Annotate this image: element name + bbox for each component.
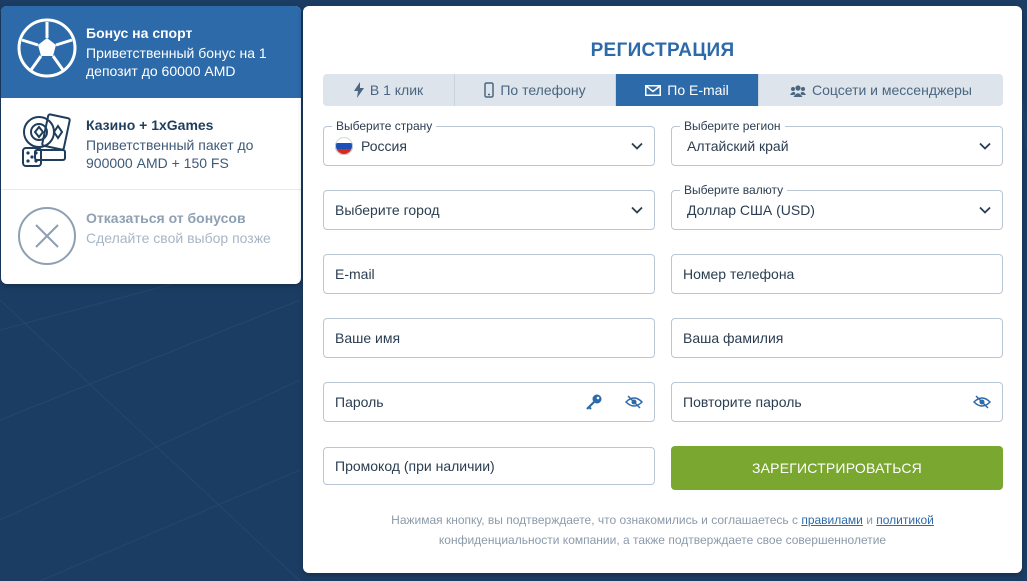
key-icon[interactable] xyxy=(585,393,603,411)
terms-notice: Нажимая кнопку, вы подтверждаете, что оз… xyxy=(303,510,1022,550)
phone-placeholder: Номер телефона xyxy=(683,266,795,282)
tab-one-click[interactable]: В 1 клик xyxy=(323,74,455,106)
people-icon xyxy=(789,84,806,97)
first-name-field[interactable]: Ваше имя xyxy=(323,318,655,358)
tab-label: По телефону xyxy=(500,82,586,98)
country-value: Россия xyxy=(361,138,407,154)
russia-flag-icon xyxy=(335,137,353,155)
promo-placeholder: Промокод (при наличии) xyxy=(335,458,495,474)
bonus-description: Сделайте свой выбор позже xyxy=(86,230,271,246)
envelope-icon xyxy=(645,84,662,96)
field-label: Выберите страну xyxy=(332,120,437,133)
field-label: Выберите регион xyxy=(680,120,785,133)
city-placeholder: Выберите город xyxy=(335,202,440,218)
email-field[interactable]: E-mail xyxy=(323,254,655,294)
casino-chips-cards-icon xyxy=(22,113,71,167)
terms-text: и xyxy=(862,513,877,527)
tab-label: В 1 клик xyxy=(369,82,424,98)
bonus-panel: Бонус на спорт Приветственный бонус на 1… xyxy=(1,6,301,284)
bonus-desc-line: Приветственный пакет до xyxy=(86,137,254,153)
chevron-down-icon xyxy=(631,206,643,214)
lightning-icon xyxy=(353,82,364,98)
field-label: Выберите валюту xyxy=(680,184,788,197)
phone-field[interactable]: Номер телефона xyxy=(671,254,1003,294)
bonus-desc-line: 900000 AMD + 150 FS xyxy=(86,155,229,171)
register-button[interactable]: ЗАРЕГИСТРИРОВАТЬСЯ xyxy=(671,446,1003,490)
phone-icon xyxy=(484,82,495,98)
chevron-down-icon xyxy=(979,142,991,150)
currency-value: Доллар США (USD) xyxy=(687,202,815,218)
close-circle-icon xyxy=(18,207,76,265)
password-repeat-field[interactable]: Повторите пароль xyxy=(671,382,1003,422)
promo-code-field[interactable]: Промокод (при наличии) xyxy=(323,447,655,485)
password-field[interactable]: Пароль xyxy=(323,382,655,422)
eye-off-icon[interactable] xyxy=(625,395,643,409)
tab-social[interactable]: Соцсети и мессенджеры xyxy=(759,74,1003,106)
tab-phone[interactable]: По телефону xyxy=(455,74,616,106)
eye-off-icon[interactable] xyxy=(973,395,991,409)
registration-form: РЕГИСТРАЦИЯ В 1 клик По телефону По E-ma… xyxy=(303,6,1022,573)
soccer-ball-icon xyxy=(17,18,77,78)
rules-link[interactable]: правилами xyxy=(801,513,863,527)
country-select[interactable]: Выберите страну Россия xyxy=(323,120,655,166)
region-value: Алтайский край xyxy=(687,138,789,154)
chevron-down-icon xyxy=(631,142,643,150)
first-name-placeholder: Ваше имя xyxy=(335,330,401,346)
bonus-description: Приветственный бонус на 1 депозит до 600… xyxy=(86,44,267,80)
bonus-title: Казино + 1xGames xyxy=(86,117,214,133)
bonus-option-sport[interactable]: Бонус на спорт Приветственный бонус на 1… xyxy=(1,6,301,98)
page-title: РЕГИСТРАЦИЯ xyxy=(590,40,735,61)
tab-email[interactable]: По E-mail xyxy=(616,74,759,106)
region-select[interactable]: Выберите регион Алтайский край xyxy=(671,120,1003,166)
bonus-description: Приветственный пакет до 900000 AMD + 150… xyxy=(86,136,253,172)
bonus-option-casino[interactable]: Казино + 1xGames Приветственный пакет до… xyxy=(1,98,301,190)
city-select[interactable]: Выберите город xyxy=(323,190,655,230)
currency-select[interactable]: Выберите валюту Доллар США (USD) xyxy=(671,184,1003,230)
last-name-field[interactable]: Ваша фамилия xyxy=(671,318,1003,358)
terms-text: конфиденциальности компании, а также под… xyxy=(438,533,887,547)
bonus-title: Отказаться от бонусов xyxy=(86,210,246,226)
bonus-option-decline[interactable]: Отказаться от бонусов Сделайте свой выбо… xyxy=(1,190,301,284)
tab-label: По E-mail xyxy=(667,82,729,98)
terms-text: Нажимая кнопку, вы подтверждаете, что оз… xyxy=(391,513,802,527)
bonus-desc-line: Приветственный бонус на 1 xyxy=(86,45,267,61)
privacy-policy-link[interactable]: политикой xyxy=(876,513,934,527)
chevron-down-icon xyxy=(979,206,991,214)
tab-label: Соцсети и мессенджеры xyxy=(811,82,972,98)
password-placeholder: Пароль xyxy=(335,394,384,410)
password-repeat-placeholder: Повторите пароль xyxy=(683,394,802,410)
registration-method-tabs: В 1 клик По телефону По E-mail Соцсети и… xyxy=(323,74,1003,106)
last-name-placeholder: Ваша фамилия xyxy=(683,330,784,346)
email-placeholder: E-mail xyxy=(335,266,375,282)
bonus-desc-line: депозит до 60000 AMD xyxy=(86,63,236,79)
bonus-title: Бонус на спорт xyxy=(86,25,193,41)
